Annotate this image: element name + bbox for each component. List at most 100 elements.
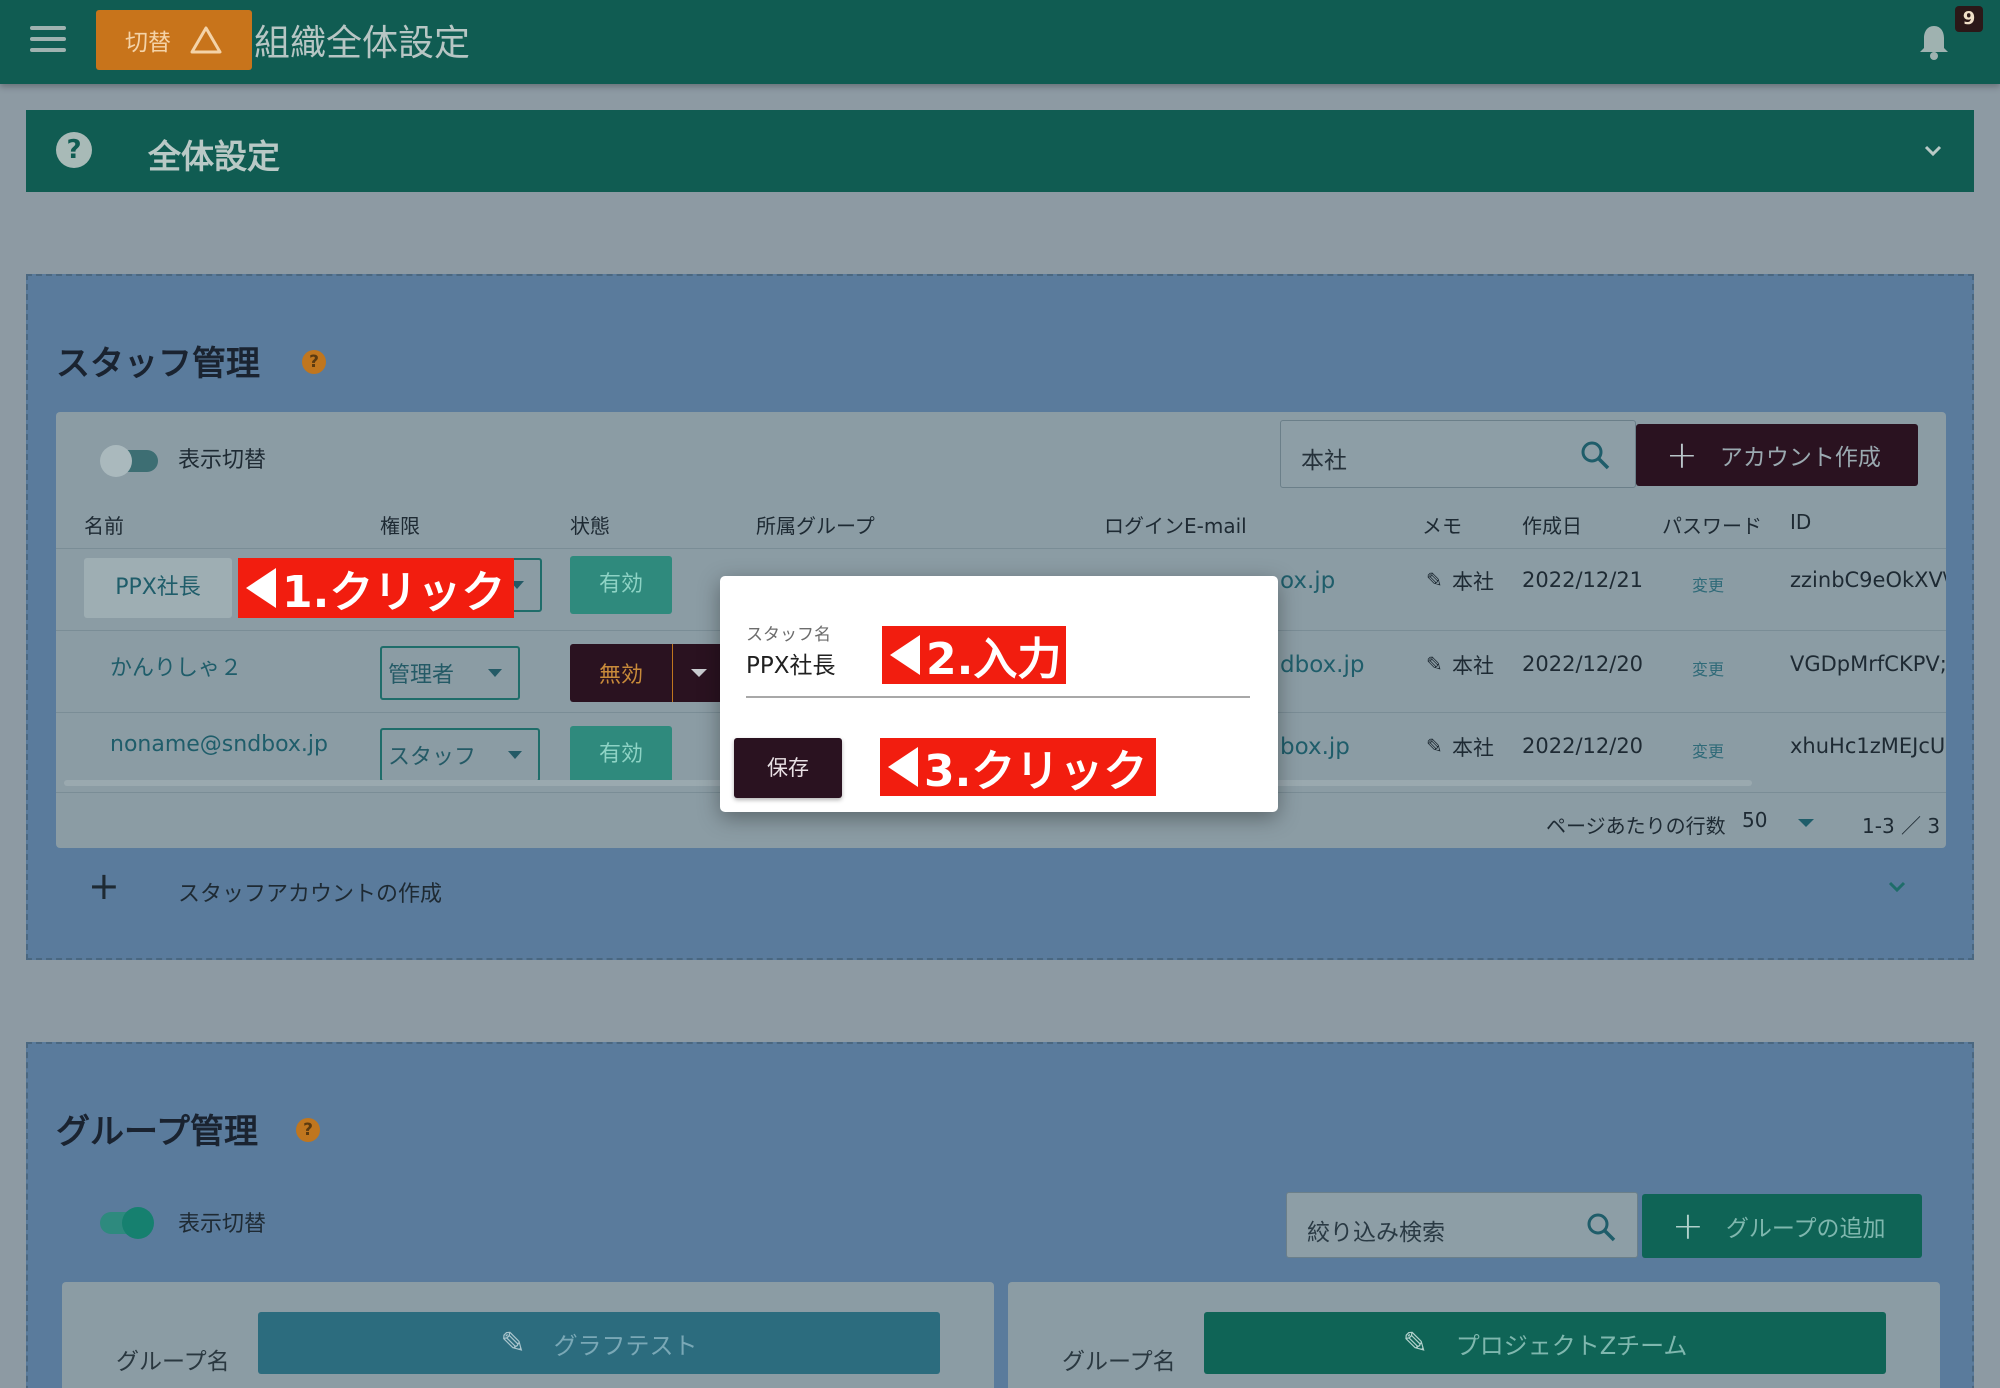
pencil-icon[interactable]: ✎ (1426, 652, 1443, 676)
callout-text: 2.入力 (926, 634, 1062, 685)
role-value: 管理者 (388, 663, 455, 688)
password-change-link[interactable]: 変更 (1692, 572, 1724, 596)
email-link[interactable]: dbox.jp (1280, 652, 1364, 678)
rows-per-page-value: 50 (1742, 808, 1768, 832)
notification-badge: 9 (1955, 6, 1983, 32)
staff-id: zzinbC9eOkXV\ (1790, 568, 1946, 592)
group-card: グループ名 ✎ プロジェクトZチーム (1008, 1282, 1940, 1388)
col-id: ID (1790, 510, 1812, 534)
role-value: スタッフ (388, 745, 477, 770)
split-divider (672, 644, 673, 702)
pagination-range: 1-3 ／ 3 (1862, 814, 1941, 838)
pencil-icon[interactable]: ✎ (1426, 568, 1443, 592)
display-toggle[interactable] (100, 445, 160, 477)
arrow-left-icon (888, 747, 918, 787)
page-title: 組織全体設定 (254, 23, 471, 64)
role-select[interactable]: スタッフ (380, 728, 540, 782)
status-split-button[interactable]: 無効 (570, 644, 730, 702)
staff-name[interactable]: PPX社長 (84, 558, 232, 618)
toggle-knob (122, 1207, 154, 1239)
col-created: 作成日 (1522, 514, 1582, 538)
staff-name[interactable]: かんりしゃ２ (110, 650, 242, 682)
plus-icon: + (1666, 433, 1698, 477)
group-name-button[interactable]: ✎ プロジェクトZチーム (1204, 1312, 1886, 1374)
settings-title: 全体設定 (148, 137, 280, 176)
group-section-title: グループ管理 (56, 1112, 258, 1152)
col-group: 所属グループ (756, 514, 875, 538)
rows-per-page-select[interactable]: 50 (1742, 808, 1832, 838)
display-toggle[interactable] (100, 1207, 160, 1239)
staff-name-input[interactable]: PPX社長 (746, 646, 836, 680)
hamburger-menu-icon[interactable] (30, 26, 66, 56)
status-button[interactable]: 有効 (570, 726, 672, 784)
plus-icon[interactable]: + (88, 864, 120, 908)
input-underline (746, 696, 1250, 698)
staff-help-icon[interactable]: ? (302, 350, 326, 374)
create-account-label: アカウント作成 (1719, 445, 1881, 471)
group-name: グラフテスト (553, 1331, 698, 1360)
add-group-label: グループの追加 (1725, 1216, 1886, 1242)
email-link[interactable]: box.jp (1280, 734, 1350, 760)
memo-text: 本社 (1452, 736, 1494, 760)
created-date: 2022/12/21 (1522, 568, 1644, 592)
add-group-button[interactable]: + グループの追加 (1642, 1194, 1922, 1258)
staff-section-title: スタッフ管理 (56, 344, 260, 384)
callout-step-2: 2.入力 (882, 626, 1066, 685)
group-card: グループ名 ✎ グラフテスト (62, 1282, 994, 1388)
staff-id: xhuHc1zMEJcU (1790, 734, 1946, 758)
bell-icon[interactable] (1916, 22, 1952, 62)
group-search-input[interactable]: 絞り込み検索 (1286, 1192, 1638, 1258)
save-button[interactable]: 保存 (734, 738, 842, 798)
col-role: 権限 (380, 514, 420, 538)
toggle-knob (100, 445, 132, 477)
search-icon[interactable] (1585, 1211, 1617, 1243)
dropdown-icon (1798, 819, 1814, 827)
pencil-icon: ✎ (1402, 1325, 1428, 1361)
pencil-icon[interactable]: ✎ (1426, 734, 1443, 758)
pencil-icon: ✎ (500, 1325, 526, 1361)
help-icon[interactable]: ? (56, 132, 92, 168)
group-search-placeholder: 絞り込み検索 (1307, 1220, 1445, 1246)
group-management-panel: グループ管理 ? 表示切替 絞り込み検索 + グループの追加 グループ名 ✎ グ… (26, 1042, 1974, 1388)
group-name-label: グループ名 (116, 1349, 230, 1375)
toggle-label: 表示切替 (178, 448, 267, 473)
callout-text: 1.クリック (282, 567, 506, 618)
staff-name[interactable]: noname@sndbox.jp (110, 732, 328, 757)
email-link[interactable]: ox.jp (1280, 568, 1335, 594)
role-select[interactable]: 管理者 (380, 646, 520, 700)
search-icon[interactable] (1579, 439, 1611, 471)
dropdown-icon (488, 669, 502, 677)
staff-name-field-label: スタッフ名 (746, 625, 831, 645)
create-account-button[interactable]: + アカウント作成 (1636, 424, 1918, 486)
plus-icon: + (1672, 1204, 1704, 1248)
status-label: 無効 (598, 663, 643, 688)
status-button[interactable]: 有効 (570, 556, 672, 614)
toggle-label: 表示切替 (178, 1212, 267, 1237)
col-email: ログインE-mail (1104, 514, 1247, 538)
switch-button[interactable]: 切替 (96, 10, 252, 70)
callout-step-3: 3.クリック (880, 738, 1156, 797)
group-help-icon[interactable]: ? (296, 1118, 320, 1142)
callout-text: 3.クリック (924, 746, 1148, 797)
group-name-button[interactable]: ✎ グラフテスト (258, 1312, 940, 1374)
top-app-bar: 切替 組織全体設定 9 (0, 0, 2000, 84)
arrow-left-icon (246, 568, 276, 608)
group-name-label: グループ名 (1062, 1349, 1176, 1375)
triangle-warning-icon (190, 26, 222, 54)
chevron-down-icon[interactable] (1884, 874, 1910, 900)
created-date: 2022/12/20 (1522, 734, 1644, 758)
memo-text: 本社 (1452, 654, 1494, 678)
create-staff-account-label[interactable]: スタッフアカウントの作成 (178, 876, 442, 908)
password-change-link[interactable]: 変更 (1692, 656, 1724, 680)
arrow-left-icon (890, 635, 920, 675)
staff-search-input[interactable]: 本社 (1280, 420, 1636, 488)
global-settings-bar[interactable]: ? 全体設定 (26, 110, 1974, 192)
callout-step-1: 1.クリック (238, 558, 514, 618)
switch-label: 切替 (125, 30, 171, 56)
col-name: 名前 (84, 514, 124, 538)
password-change-link[interactable]: 変更 (1692, 738, 1724, 762)
staff-id: VGDpMrfCKPV; (1790, 652, 1946, 676)
col-memo: メモ (1422, 514, 1462, 538)
memo-text: 本社 (1452, 570, 1494, 594)
chevron-down-icon[interactable] (1918, 136, 1948, 166)
